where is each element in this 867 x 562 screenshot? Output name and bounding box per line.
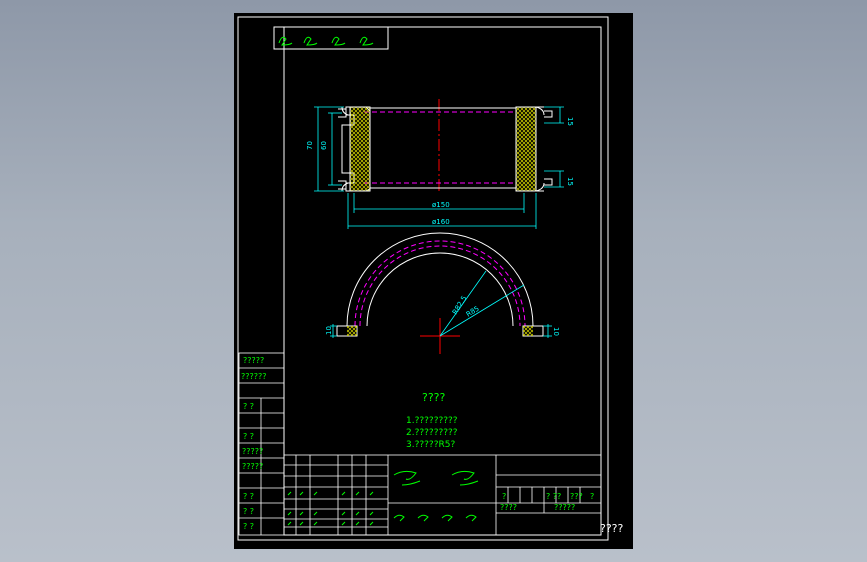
title-block-glyphs	[287, 470, 479, 526]
note-item-2: 2.?????????	[406, 428, 458, 438]
title-scale-label-2: ???	[570, 492, 583, 501]
side-cell-6: ?????	[242, 462, 263, 471]
drawing-sheet: 70 60 15 15 ø150 ø160 R82.5 R85 10 10 ??…	[234, 13, 633, 549]
dim-outer-diameter: ø160	[432, 218, 450, 226]
note-item-3: 3.?????R5?	[406, 440, 455, 450]
stamp-box	[273, 26, 389, 50]
dim-outer-radius: R85	[465, 305, 481, 319]
dim-overall-height: 70	[306, 141, 314, 150]
drawing-border	[283, 26, 602, 536]
title-scale-label-3: ?	[590, 492, 594, 501]
note-item-1: 1.?????????	[406, 416, 458, 426]
dim-foot-left: 10	[325, 326, 333, 335]
arc-view	[336, 232, 544, 354]
side-cell-3: ? ?	[243, 402, 254, 411]
side-cell-4: ? ?	[243, 432, 254, 441]
dim-inner-height: 60	[320, 141, 328, 150]
side-cell-1: ?????	[243, 356, 264, 365]
notes-heading: ????	[422, 391, 446, 404]
title-scale-label-1: ? ??	[546, 492, 561, 501]
side-cell-9: ? ?	[243, 522, 254, 531]
cad-drawing: 70 60 15 15 ø150 ø160 R82.5 R85 10 10 ??…	[237, 16, 609, 541]
title-material-mark: ?	[502, 492, 506, 501]
side-cell-7: ? ?	[243, 492, 254, 501]
title-bottom-label-1: ????	[500, 503, 517, 512]
outside-label: ????	[600, 522, 624, 535]
dim-flange-bottom: 15	[566, 177, 574, 186]
dim-flange-top: 15	[566, 117, 574, 126]
outer-frame	[237, 16, 609, 541]
side-cell-5: ?????	[242, 447, 263, 456]
dim-inner-diameter: ø150	[432, 201, 450, 209]
title-bottom-label-2: ?????	[554, 503, 575, 512]
dim-foot-right: 10	[552, 327, 560, 336]
side-cell-8: ? ?	[243, 507, 254, 516]
side-cell-2: ??????	[241, 372, 266, 381]
front-section-view	[338, 99, 553, 193]
